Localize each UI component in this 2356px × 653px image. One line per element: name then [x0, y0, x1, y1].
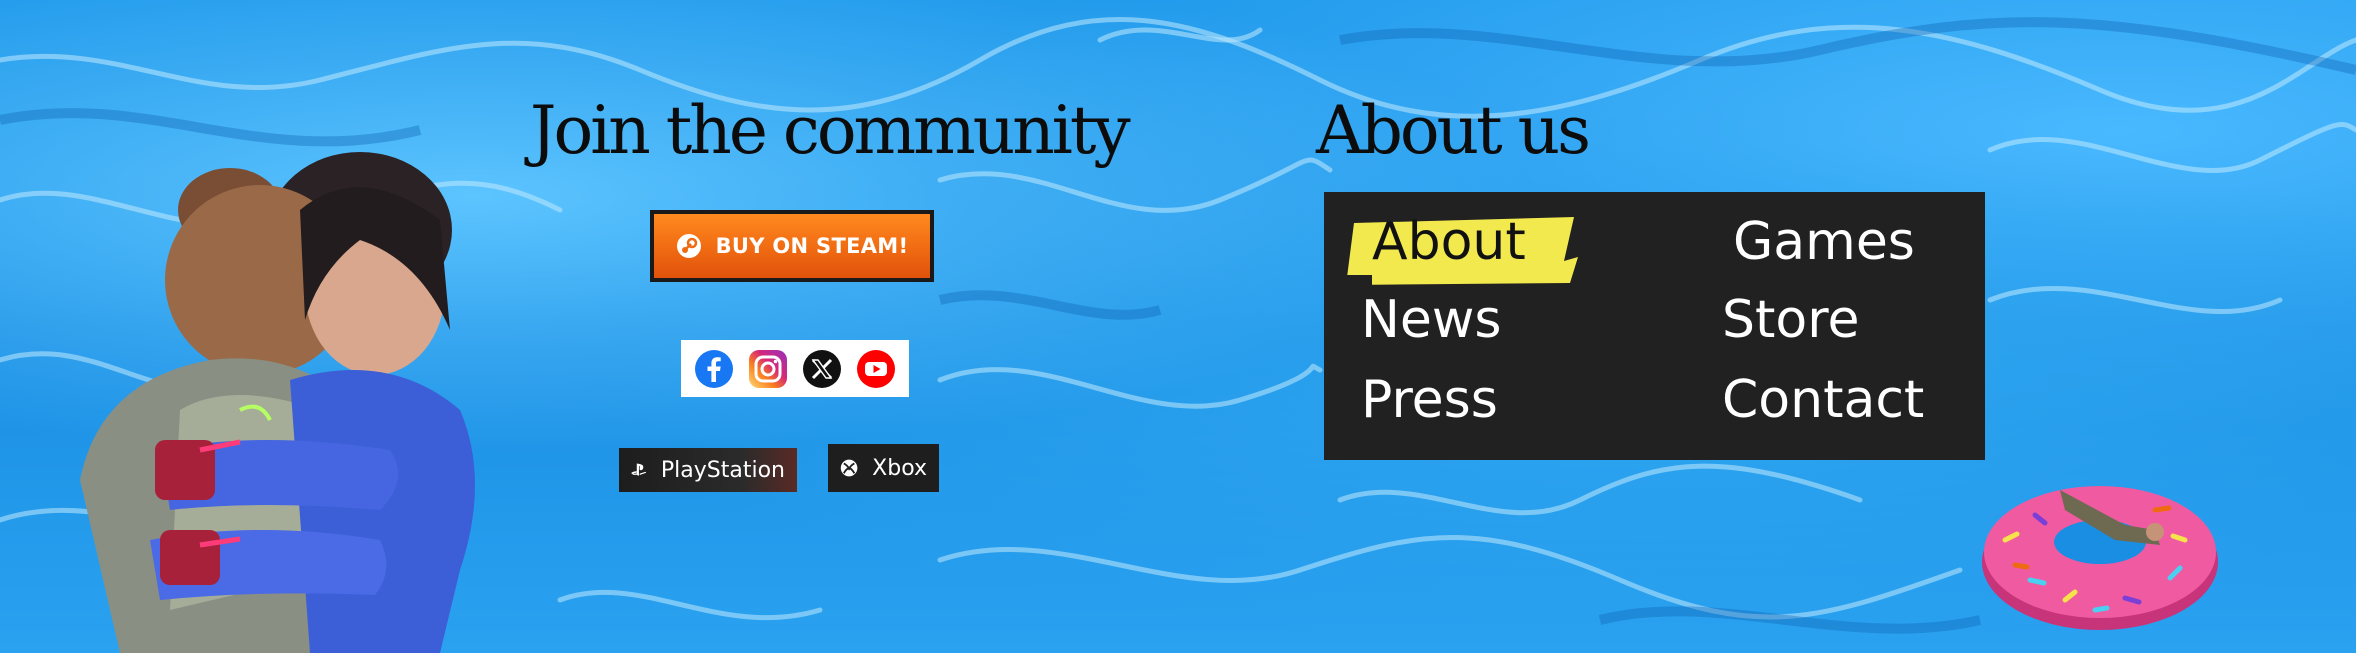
x-icon[interactable] [801, 348, 843, 390]
instagram-icon[interactable] [747, 348, 789, 390]
donut-pool-float-illustration [1982, 486, 2218, 630]
steam-button-label: BUY ON STEAM! [715, 234, 909, 258]
playstation-icon [631, 463, 647, 476]
about-us-heading: About us [1316, 92, 1591, 169]
playstation-button[interactable]: PlayStation [619, 448, 797, 492]
menu-item-contact[interactable]: Contact [1722, 370, 1924, 430]
menu-item-games[interactable]: Games [1733, 212, 1915, 272]
xbox-button[interactable]: Xbox [828, 444, 939, 492]
menu-item-press[interactable]: Press [1361, 370, 1498, 430]
buy-on-steam-button[interactable]: BUY ON STEAM! [650, 210, 934, 282]
menu-item-store[interactable]: Store [1722, 290, 1859, 350]
steam-icon [676, 234, 701, 258]
join-community-heading: Join the community [530, 92, 1131, 169]
menu-item-about[interactable]: About [1372, 212, 1526, 272]
youtube-icon[interactable] [855, 348, 897, 390]
social-links-bar [681, 340, 909, 397]
xbox-icon [840, 459, 858, 477]
xbox-label: Xbox [872, 455, 927, 481]
facebook-icon[interactable] [693, 348, 735, 390]
hugging-characters-illustration [80, 152, 475, 653]
playstation-label: PlayStation [660, 457, 785, 483]
menu-item-news[interactable]: News [1361, 290, 1502, 350]
